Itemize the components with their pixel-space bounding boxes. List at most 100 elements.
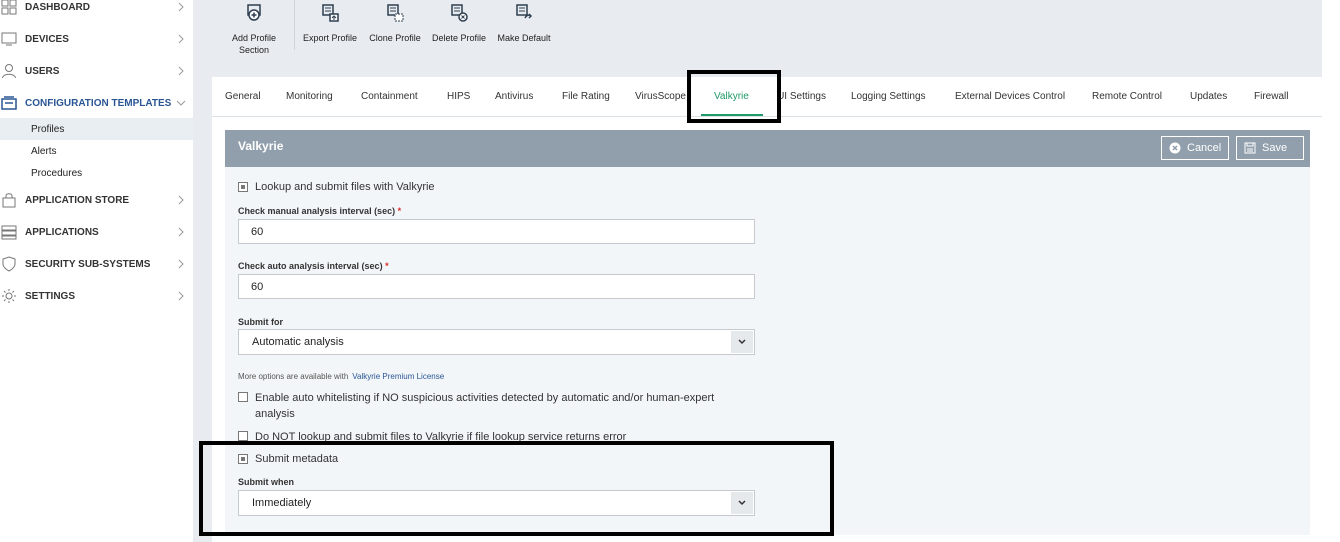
panel-header	[225, 130, 1310, 167]
save-icon	[1244, 142, 1256, 154]
manual-interval-input[interactable]	[238, 219, 755, 244]
auto-interval-text: Check auto analysis interval (sec)	[238, 261, 383, 271]
delete-profile-button[interactable]: Delete Profile	[431, 0, 487, 58]
sidebar-item-users[interactable]: USERS	[0, 57, 193, 85]
auto-interval-input[interactable]	[238, 274, 755, 299]
toolbar-separator	[294, 0, 295, 50]
manual-interval-text: Check manual analysis interval (sec)	[238, 206, 396, 216]
sidebar-item-label: DASHBOARD	[25, 1, 90, 13]
tab-updates[interactable]: Updates	[1190, 77, 1227, 117]
export-profile-button[interactable]: Export Profile	[300, 0, 360, 58]
sidebar-item-devices[interactable]: DEVICES	[0, 25, 193, 53]
tab-firewall[interactable]: Firewall	[1254, 77, 1288, 117]
devices-icon	[1, 31, 17, 47]
applications-icon	[1, 224, 17, 240]
add-profile-section-button[interactable]: Add Profile Section	[228, 0, 280, 58]
sidebar-subitem-label: Procedures	[31, 167, 83, 179]
submit-for-value: Automatic analysis	[252, 336, 344, 348]
sidebar-item-dashboard[interactable]: DASHBOARD	[0, 0, 193, 21]
shield-icon	[1, 256, 17, 272]
clone-profile-button[interactable]: Clone Profile	[367, 0, 423, 58]
sidebar-item-label: SECURITY SUB-SYSTEMS	[25, 258, 151, 270]
sidebar-item-label: CONFIGURATION TEMPLATES	[25, 97, 172, 109]
highlight-box-valkyrie-tab	[687, 70, 781, 123]
premium-license-link[interactable]: Valkyrie Premium License	[352, 372, 444, 381]
chevron-down-icon	[731, 331, 753, 353]
add-section-icon	[247, 4, 261, 21]
tab-containment[interactable]: Containment	[361, 77, 418, 117]
auto-whitelist-label: Enable auto whitelisting if NO suspiciou…	[255, 392, 715, 420]
cancel-button[interactable]: Cancel	[1161, 136, 1229, 160]
submit-for-select[interactable]: Automatic analysis	[238, 329, 755, 355]
tab-virusscope[interactable]: VirusScope	[635, 77, 691, 117]
sidebar-item-label: DEVICES	[25, 33, 69, 45]
submit-for-label: Submit for	[238, 317, 283, 327]
add-profile-section-label: Add Profile Section	[231, 33, 277, 55]
export-icon	[322, 4, 339, 22]
make-default-label: Make Default	[497, 33, 551, 43]
tab-logging-settings[interactable]: Logging Settings	[851, 77, 926, 117]
tab-file-rating[interactable]: File Rating	[562, 77, 610, 117]
delete-profile-label: Delete Profile	[431, 33, 487, 43]
sidebar-item-configuration-templates[interactable]: CONFIGURATION TEMPLATES	[0, 89, 193, 117]
sidebar-subitem-profiles[interactable]: Profiles	[0, 118, 193, 140]
cancel-icon	[1169, 142, 1181, 154]
right-edge	[1322, 0, 1340, 542]
save-button[interactable]: Save	[1236, 136, 1304, 160]
chevron-right-icon	[178, 2, 184, 12]
tab-remote-control[interactable]: Remote Control	[1092, 77, 1162, 117]
tab-ui-settings[interactable]: UI Settings	[780, 77, 826, 117]
chevron-right-icon	[178, 227, 184, 237]
required-mark: *	[385, 261, 389, 271]
auto-interval-label: Check auto analysis interval (sec) *	[238, 261, 389, 271]
premium-note-text: More options are available with	[238, 372, 349, 381]
delete-icon	[451, 4, 468, 22]
sidebar-item-settings[interactable]: SETTINGS	[0, 282, 193, 310]
save-label: Save	[1262, 142, 1288, 154]
premium-note: More options are available with Valkyrie …	[238, 372, 444, 381]
sidebar-subitem-alerts[interactable]: Alerts	[0, 140, 193, 162]
cancel-label: Cancel	[1187, 142, 1222, 154]
chevron-right-icon	[178, 34, 184, 44]
sidebar-item-application-store[interactable]: APPLICATION STORE	[0, 186, 193, 214]
no-lookup-checkbox[interactable]	[238, 431, 248, 441]
chevron-right-icon	[178, 66, 184, 76]
chevron-right-icon	[178, 259, 184, 269]
auto-whitelist-checkbox[interactable]	[238, 392, 248, 402]
lookup-label: Lookup and submit files with Valkyrie	[255, 181, 435, 193]
store-icon	[1, 192, 17, 208]
clone-profile-label: Clone Profile	[369, 33, 421, 43]
required-mark: *	[397, 206, 402, 216]
export-profile-label: Export Profile	[302, 33, 358, 43]
gear-icon	[1, 288, 17, 304]
dashboard-icon	[1, 0, 17, 15]
chevron-right-icon	[178, 195, 184, 205]
chevron-right-icon	[178, 291, 184, 301]
tab-antivirus[interactable]: Antivirus	[495, 77, 533, 117]
tab-general[interactable]: General	[225, 77, 261, 117]
panel-title: Valkyrie	[238, 139, 284, 153]
make-default-button[interactable]: Make Default	[496, 0, 552, 58]
sidebar-subitem-procedures[interactable]: Procedures	[0, 162, 193, 184]
lookup-checkbox[interactable]	[238, 182, 248, 192]
tab-external-devices-control[interactable]: External Devices Control	[955, 77, 1065, 117]
templates-icon	[1, 95, 17, 111]
sidebar-item-security-sub-systems[interactable]: SECURITY SUB-SYSTEMS	[0, 250, 193, 278]
profile-toolbar: Add Profile Section Export Profile Clone…	[212, 0, 1322, 58]
sidebar-subitem-label: Alerts	[31, 145, 57, 157]
clone-icon	[387, 4, 404, 22]
tab-monitoring[interactable]: Monitoring	[286, 77, 333, 117]
highlight-box-submit-metadata	[199, 441, 834, 536]
sidebar-item-label: SETTINGS	[25, 290, 76, 302]
sidebar-item-applications[interactable]: APPLICATIONS	[0, 218, 193, 246]
make-default-icon	[516, 4, 533, 19]
manual-interval-label: Check manual analysis interval (sec) *	[238, 206, 401, 216]
sidebar-item-label: APPLICATION STORE	[25, 194, 130, 206]
user-icon	[1, 63, 17, 79]
tab-hips[interactable]: HIPS	[447, 77, 470, 117]
sidebar-subitem-label: Profiles	[31, 123, 65, 135]
sidebar-item-label: USERS	[25, 65, 60, 77]
sidebar-item-label: APPLICATIONS	[25, 226, 99, 238]
chevron-down-icon	[176, 100, 186, 106]
sidebar: DASHBOARD DEVICES USERS CONFIGURATION TE…	[0, 0, 193, 542]
